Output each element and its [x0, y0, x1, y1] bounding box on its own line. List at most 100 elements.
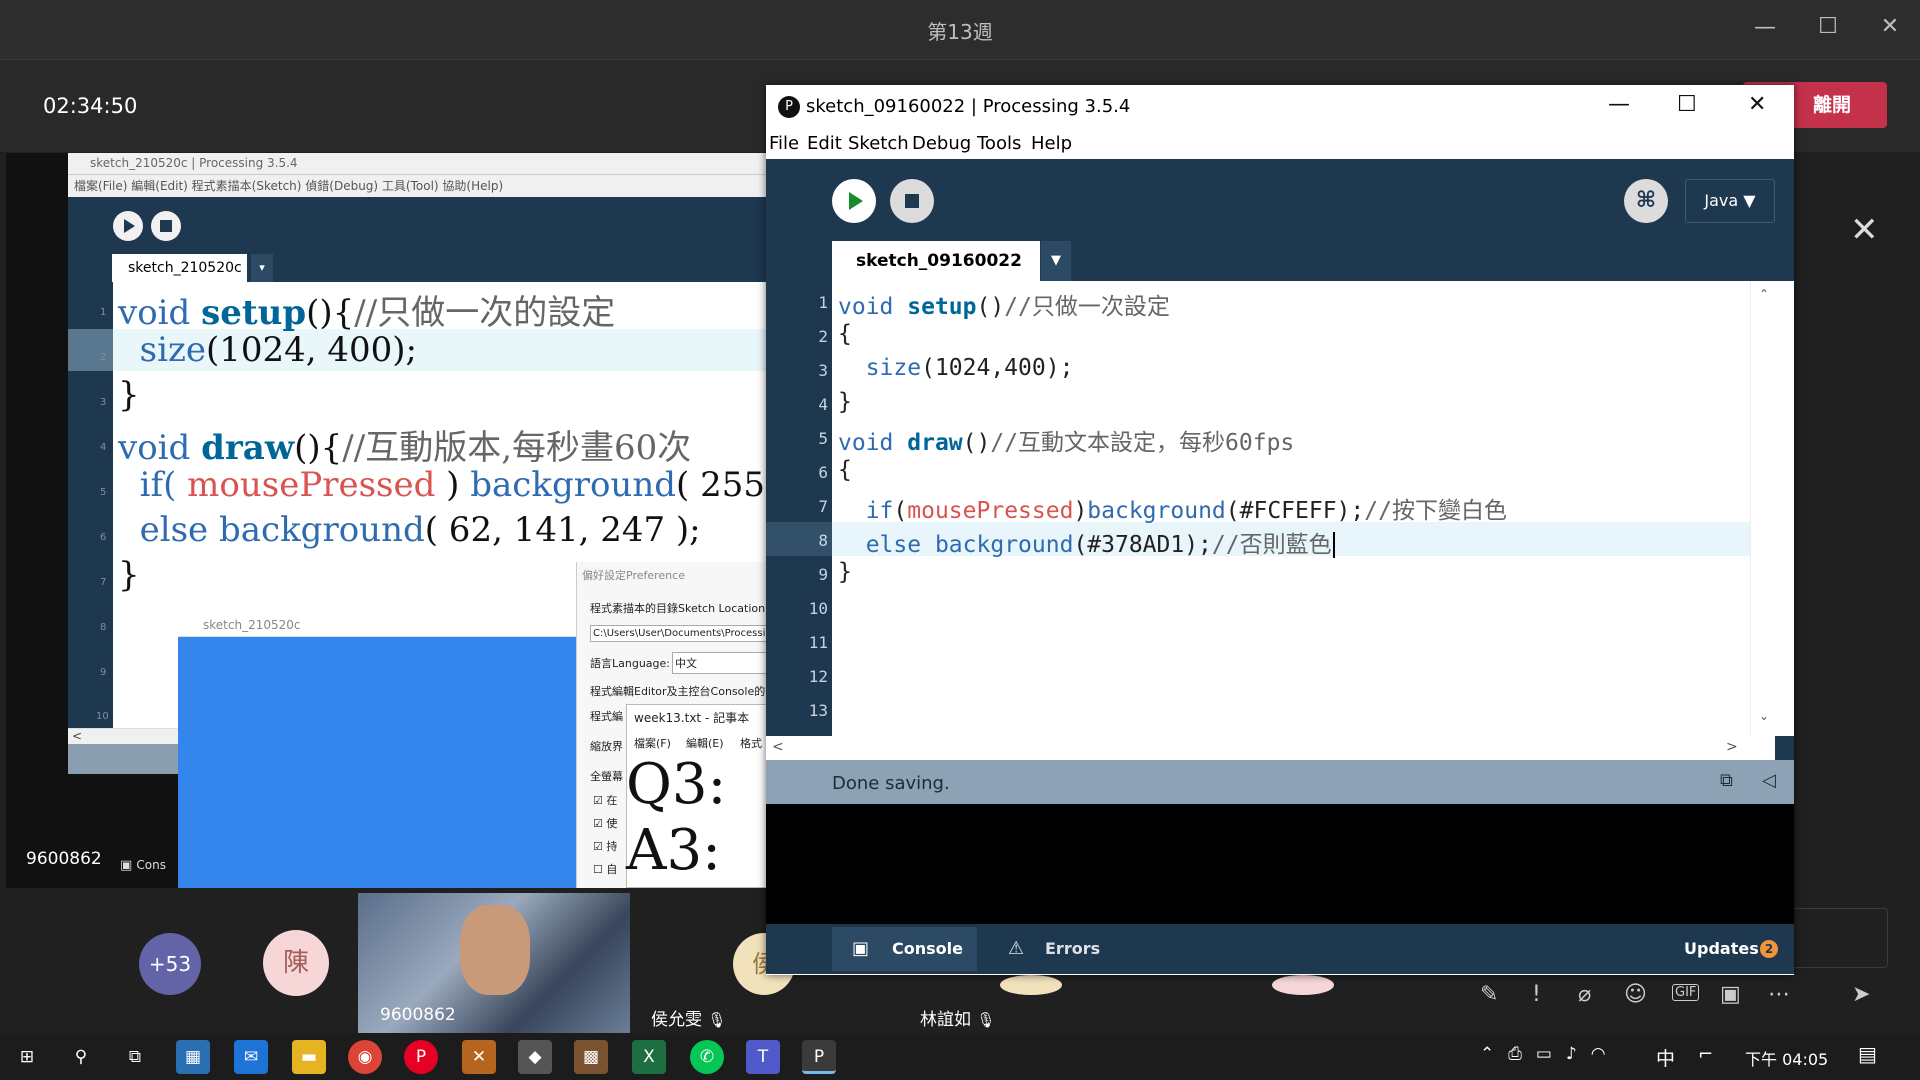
participant-avatar[interactable]: 陳	[263, 930, 329, 996]
game-icon[interactable]: ✕	[462, 1040, 496, 1074]
mic-off-icon: 🎙	[707, 1011, 727, 1029]
function: background	[1087, 498, 1226, 524]
send-icon[interactable]: ➤	[1852, 982, 1870, 1007]
horizontal-scrollbar[interactable]: < >	[766, 736, 1775, 760]
comment: //互動版本,每秒畫60次	[342, 428, 692, 468]
participant-avatar[interactable]	[1000, 975, 1062, 995]
pref-checkbox: ☑ 使	[593, 817, 618, 830]
file-explorer-icon[interactable]: ▬	[292, 1040, 326, 1074]
left-code-line-5: if( mousePressed ) background( 255	[118, 465, 765, 505]
input-mode-icon[interactable]: ⌐	[1698, 1044, 1713, 1065]
vertical-scrollbar[interactable]: ⌃ ⌄	[1750, 281, 1775, 736]
args: (1024,400);	[921, 355, 1074, 381]
function: setup	[907, 294, 977, 320]
punct: ()	[962, 430, 991, 456]
console-tab[interactable]: ▣ Console	[832, 927, 977, 971]
gif-icon[interactable]: GIF	[1672, 984, 1700, 1001]
more-participants-avatar[interactable]: +53	[139, 933, 201, 995]
emoji-icon[interactable]: ☺	[1624, 982, 1647, 1007]
updates-count-badge: 2	[1760, 940, 1778, 958]
pref-checkbox-label: 持	[606, 840, 618, 853]
chrome-icon[interactable]: ◉	[348, 1040, 382, 1074]
search-icon[interactable]: ⚲	[64, 1040, 98, 1074]
sketch-tab[interactable]: sketch_09160022	[832, 241, 1040, 281]
mode-selector[interactable]: Java ▼	[1685, 179, 1775, 223]
teams-window-title: 第13週	[927, 20, 993, 44]
windows-start-icon[interactable]: ⊞	[10, 1040, 44, 1074]
line-number: 2	[818, 327, 828, 346]
teams-close-button[interactable]: ✕	[1870, 14, 1910, 39]
more-options-icon[interactable]: ⋯	[1768, 982, 1790, 1007]
notepad-menu-edit: 編輯(E)	[686, 737, 724, 750]
format-icon[interactable]: ✎	[1480, 982, 1498, 1007]
pinterest-icon[interactable]: P	[404, 1040, 438, 1074]
close-share-icon[interactable]: ✕	[1850, 210, 1879, 250]
menu-file[interactable]: File	[769, 133, 799, 154]
debug-mode-icon[interactable]: ⌘	[1624, 179, 1668, 223]
line-number: 7	[818, 497, 828, 516]
line-number: 11	[808, 633, 828, 652]
mail-icon[interactable]: ✉	[234, 1040, 268, 1074]
menu-edit[interactable]: Edit	[807, 133, 842, 154]
close-button[interactable]: ✕	[1748, 92, 1766, 117]
maximize-button[interactable]: ☐	[1677, 92, 1697, 117]
pref-sketch-location: 程式素描本的目錄Sketch Location	[590, 602, 766, 615]
attach-icon[interactable]: ⌀	[1578, 982, 1591, 1007]
system-tray-icons[interactable]: ⌃⎙▭♪◠	[1480, 1044, 1620, 1064]
left-code-line-2: size(1024, 400);	[118, 330, 417, 370]
left-line-number: 7	[100, 577, 107, 588]
menu-sketch[interactable]: Sketch	[848, 133, 909, 154]
menu-tools[interactable]: Tools	[977, 133, 1021, 154]
ime-indicator[interactable]: 中	[1656, 1044, 1675, 1071]
variable: mousePressed	[907, 498, 1074, 524]
line-number: 4	[818, 395, 828, 414]
function: setup	[201, 293, 307, 333]
line-number: 5	[818, 429, 828, 448]
tab-menu-icon[interactable]: ▼	[1041, 241, 1071, 281]
args: ( 255	[676, 465, 765, 505]
comment: //否則藍色	[1211, 532, 1332, 558]
minimize-button[interactable]: —	[1608, 92, 1630, 117]
menu-debug[interactable]: Debug	[912, 133, 971, 154]
code-line-6: {	[838, 457, 852, 483]
scroll-up-icon[interactable]: ⌃	[1759, 287, 1769, 301]
important-icon[interactable]: !	[1532, 982, 1541, 1007]
scroll-down-icon[interactable]: ⌄	[1759, 709, 1769, 723]
left-line-number: 4	[100, 442, 107, 453]
args: (#378AD1);	[1073, 532, 1212, 558]
screen: 第13週 — ☐ ✕ 02:34:50 離開 ✕ sketch_210520c …	[0, 0, 1920, 1080]
function: background	[219, 510, 425, 550]
errors-tab[interactable]: ⚠ Errors	[990, 927, 1120, 971]
left-tab-dropdown-icon: ▾	[251, 254, 273, 282]
scroll-right-icon[interactable]: >	[1726, 739, 1738, 755]
updates-link[interactable]: Updates	[1684, 939, 1759, 958]
taskbar-clock[interactable]: 下午 04:05	[1745, 1046, 1828, 1070]
excel-icon[interactable]: X	[632, 1040, 666, 1074]
app-icon[interactable]: ◆	[518, 1040, 552, 1074]
copy-status-icon[interactable]: ⧉	[1720, 770, 1733, 791]
stop-button[interactable]	[890, 179, 934, 223]
sticker-icon[interactable]: ▣	[1720, 982, 1741, 1007]
collapse-console-icon[interactable]: ◁	[1762, 770, 1776, 791]
left-processing-menubar: 檔案(File) 編輯(Edit) 程式素描本(Sketch) 偵錯(Debug…	[68, 175, 768, 197]
left-line-number: 6	[100, 532, 107, 543]
processing-taskbar-icon[interactable]: P	[802, 1040, 836, 1074]
teams-minimize-button[interactable]: —	[1745, 15, 1785, 40]
task-view-icon[interactable]: ⧉	[118, 1040, 152, 1074]
line-number: 13	[808, 701, 828, 720]
punct: )	[435, 465, 471, 505]
line-icon[interactable]: ✆	[690, 1040, 724, 1074]
scroll-left-icon[interactable]: <	[772, 739, 784, 755]
store-icon[interactable]: ▦	[176, 1040, 210, 1074]
code-line-8: else background(#378AD1);//否則藍色	[838, 525, 1335, 559]
left-line-number: 2	[100, 352, 107, 363]
teams-icon[interactable]: T	[746, 1040, 780, 1074]
run-button[interactable]	[832, 179, 876, 223]
teams-maximize-button[interactable]: ☐	[1808, 14, 1848, 39]
menu-help[interactable]: Help	[1031, 133, 1072, 154]
notepad-menu-file: 檔案(F)	[634, 737, 671, 750]
notifications-icon[interactable]: ▤	[1858, 1042, 1877, 1066]
left-console-label: Cons	[136, 858, 166, 872]
minecraft-icon[interactable]: ▩	[574, 1040, 608, 1074]
